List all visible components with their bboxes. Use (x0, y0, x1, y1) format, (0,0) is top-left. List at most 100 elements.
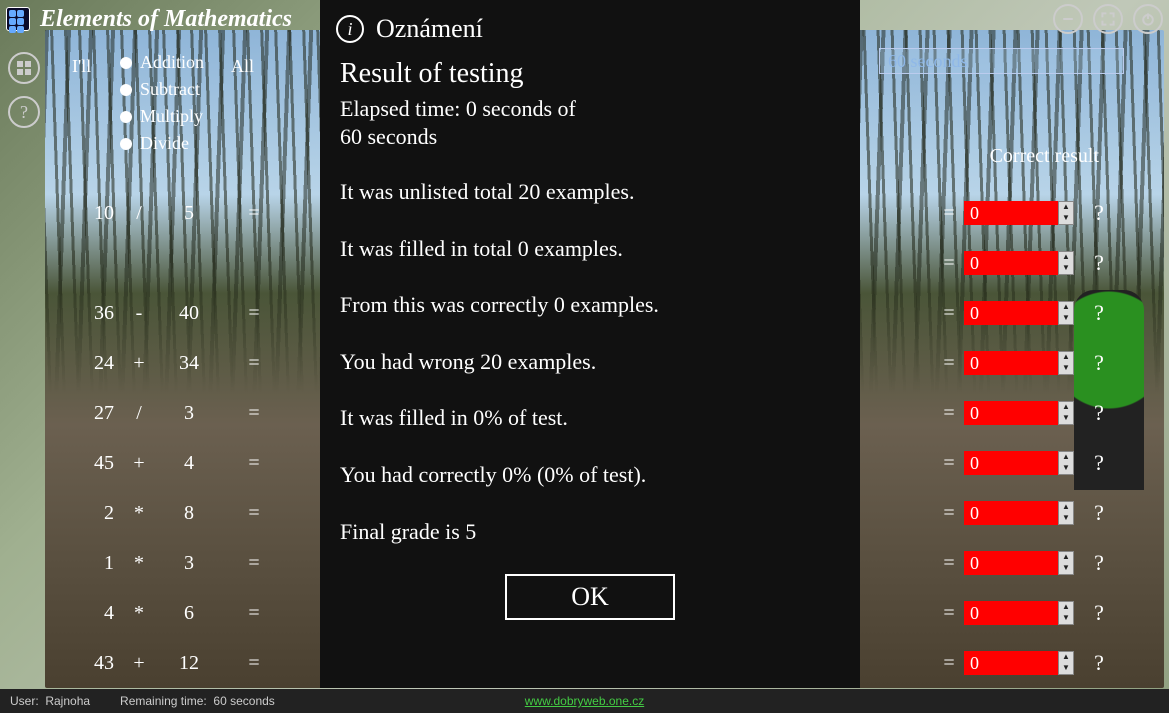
status-user: Rajnoha (45, 694, 90, 708)
result-line-6: You had correctly 0% (0% of test). (340, 461, 840, 490)
hint-button[interactable]: ? (1074, 650, 1124, 676)
radio-all[interactable]: All (225, 56, 254, 77)
hint-button[interactable]: ? (1074, 250, 1124, 276)
operand-b: 12 (164, 652, 214, 675)
radio-multiply[interactable]: Multiply (120, 106, 204, 127)
answer-field[interactable]: 0 (964, 251, 1058, 275)
operator: / (114, 402, 164, 425)
dialog-title: Oznámení (376, 14, 483, 44)
operator: + (114, 352, 164, 375)
number-spinner[interactable]: ▲▼ (1058, 251, 1074, 275)
operation-options: I'll Addition Subtract Multiply Divide (72, 52, 204, 154)
equals-sign: = (934, 352, 964, 375)
answer-field[interactable]: 0 (964, 501, 1058, 525)
equals-sign: = (934, 252, 964, 275)
answer-field[interactable]: 0 (964, 351, 1058, 375)
ok-button[interactable]: OK (505, 574, 675, 620)
operand-b: 8 (164, 502, 214, 525)
result-line-3: From this was correctly 0 examples. (340, 291, 840, 320)
answer-field[interactable]: 0 (964, 651, 1058, 675)
operator: * (114, 552, 164, 575)
equals-sign: = (234, 452, 274, 475)
equals-sign: = (234, 502, 274, 525)
equals-sign: = (934, 452, 964, 475)
status-link[interactable]: www.dobryweb.one.cz (525, 694, 644, 708)
number-spinner[interactable]: ▲▼ (1058, 501, 1074, 525)
equals-sign: = (934, 402, 964, 425)
correct-result-header: Correct result (990, 145, 1099, 168)
number-spinner[interactable]: ▲▼ (1058, 451, 1074, 475)
operand-b: 6 (164, 602, 214, 625)
status-bar: User: Rajnoha Remaining time: 60 seconds… (0, 689, 1169, 713)
answer-field[interactable]: 0 (964, 451, 1058, 475)
result-line-7: Final grade is 5 (340, 518, 840, 547)
hint-button[interactable]: ? (1074, 550, 1124, 576)
status-remaining: 60 seconds (213, 694, 274, 708)
power-button[interactable] (1133, 4, 1163, 34)
operand-a: 10 (64, 202, 114, 225)
operator: - (114, 302, 164, 325)
equals-sign: = (934, 552, 964, 575)
number-spinner[interactable]: ▲▼ (1058, 601, 1074, 625)
result-line-5: It was filled in 0% of test. (340, 404, 840, 433)
minimize-button[interactable] (1053, 4, 1083, 34)
operand-a: 43 (64, 652, 114, 675)
operand-a: 1 (64, 552, 114, 575)
equals-sign: = (234, 402, 274, 425)
hint-button[interactable]: ? (1074, 600, 1124, 626)
operator: / (114, 202, 164, 225)
operand-a: 24 (64, 352, 114, 375)
radio-divide[interactable]: Divide (120, 133, 204, 154)
operand-a: 45 (64, 452, 114, 475)
answer-field[interactable]: 0 (964, 301, 1058, 325)
number-spinner[interactable]: ▲▼ (1058, 301, 1074, 325)
number-spinner[interactable]: ▲▼ (1058, 651, 1074, 675)
hint-button[interactable]: ? (1074, 350, 1124, 376)
equals-sign: = (934, 302, 964, 325)
dialog-heading: Result of testing (340, 58, 840, 90)
answer-field[interactable]: 0 (964, 551, 1058, 575)
hint-button[interactable]: ? (1074, 500, 1124, 526)
operand-b: 40 (164, 302, 214, 325)
result-dialog: i Oznámení Result of testing Elapsed tim… (320, 0, 860, 688)
answer-field[interactable]: 0 (964, 601, 1058, 625)
operand-b: 34 (164, 352, 214, 375)
operand-a: 27 (64, 402, 114, 425)
equals-sign: = (234, 352, 274, 375)
equals-sign: = (934, 652, 964, 675)
info-icon: i (336, 15, 364, 43)
number-spinner[interactable]: ▲▼ (1058, 551, 1074, 575)
operand-a: 36 (64, 302, 114, 325)
elapsed-line2: 60 seconds (340, 124, 840, 150)
radio-addition[interactable]: Addition (120, 52, 204, 73)
options-prefix: I'll (72, 56, 91, 77)
hint-button[interactable]: ? (1074, 450, 1124, 476)
hint-button[interactable]: ? (1074, 400, 1124, 426)
equals-sign: = (234, 302, 274, 325)
equals-sign: = (234, 602, 274, 625)
equals-sign: = (934, 502, 964, 525)
hint-button[interactable]: ? (1074, 300, 1124, 326)
operator: * (114, 602, 164, 625)
help-button[interactable]: ? (8, 96, 40, 128)
menu-button[interactable] (8, 52, 40, 84)
timer-display: 60 seconds (879, 48, 1124, 74)
hint-button[interactable]: ? (1074, 200, 1124, 226)
equals-sign: = (934, 202, 964, 225)
operator: * (114, 502, 164, 525)
number-spinner[interactable]: ▲▼ (1058, 201, 1074, 225)
number-spinner[interactable]: ▲▼ (1058, 351, 1074, 375)
operator: + (114, 652, 164, 675)
operand-b: 3 (164, 402, 214, 425)
fullscreen-button[interactable] (1093, 4, 1123, 34)
result-line-4: You had wrong 20 examples. (340, 348, 840, 377)
operand-b: 3 (164, 552, 214, 575)
number-spinner[interactable]: ▲▼ (1058, 401, 1074, 425)
app-title: Elements of Mathematics (40, 6, 292, 33)
answer-field[interactable]: 0 (964, 201, 1058, 225)
operator: + (114, 452, 164, 475)
app-icon (6, 7, 30, 31)
radio-subtract[interactable]: Subtract (120, 79, 204, 100)
result-line-2: It was filled in total 0 examples. (340, 235, 840, 264)
answer-field[interactable]: 0 (964, 401, 1058, 425)
